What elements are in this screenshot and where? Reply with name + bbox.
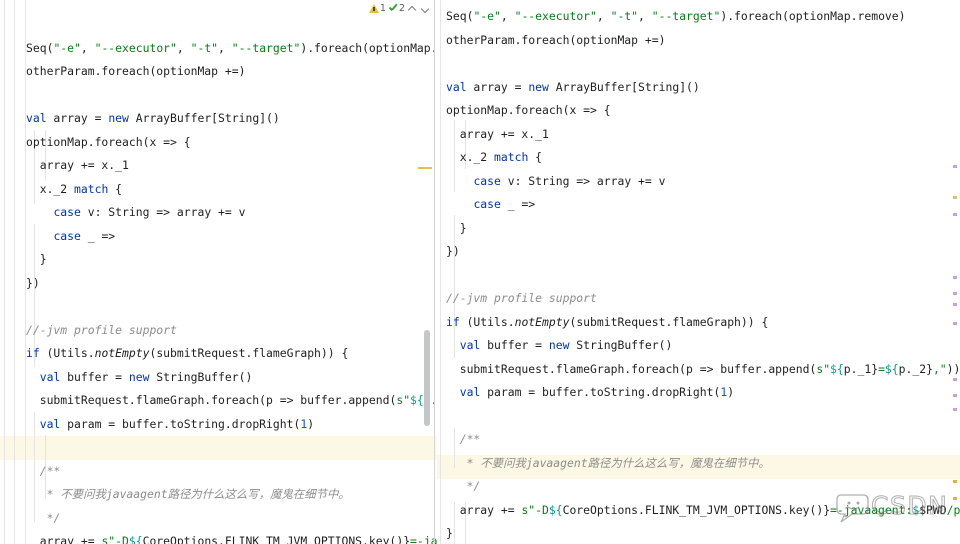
pane-divider[interactable]	[434, 0, 435, 544]
code-line[interactable]: optionMap.foreach(x => {	[26, 131, 437, 155]
inspection-status-widget[interactable]: 1 2	[368, 1, 431, 16]
ok-indicator[interactable]: 2	[388, 3, 405, 14]
code-line[interactable]: val array = new ArrayBuffer[String]()	[446, 76, 960, 100]
code-line[interactable]: otherParam.foreach(optionMap +=)	[26, 60, 437, 84]
code-line[interactable]: Seq("-e", "--executor", "-t", "--target"…	[26, 37, 437, 61]
code-line[interactable]: submitRequest.flameGraph.foreach(p => bu…	[446, 358, 960, 382]
code-line[interactable]: /**	[446, 428, 960, 452]
error-stripe-marker[interactable]	[953, 196, 957, 199]
code-line[interactable]	[26, 295, 437, 319]
code-line[interactable]: //-jvm profile support	[26, 319, 437, 343]
scrollbar-thumb[interactable]	[424, 330, 430, 426]
code-line[interactable]: val buffer = new StringBuffer()	[446, 334, 960, 358]
code-line[interactable]	[26, 13, 437, 37]
code-line[interactable]: array += s"-D${CoreOptions.FLINK_TM_JVM_…	[26, 530, 437, 544]
code-line[interactable]: if (Utils.notEmpty(submitRequest.flameGr…	[446, 311, 960, 335]
pane-border-line	[440, 0, 441, 544]
error-stripe-marker[interactable]	[953, 497, 957, 500]
code-line[interactable]	[26, 84, 437, 108]
left-code-pane[interactable]: 1 2 Seq("-e", "--executor", "-t", "--tar…	[0, 0, 437, 544]
error-stripe-marker[interactable]	[953, 378, 957, 381]
code-line[interactable]: val array = new ArrayBuffer[String]()	[26, 107, 437, 131]
code-line[interactable]: submitRequest.flameGraph.foreach(p => bu…	[26, 389, 437, 413]
error-stripe-marker[interactable]	[953, 408, 957, 411]
left-editor-text[interactable]: Seq("-e", "--executor", "-t", "--target"…	[0, 0, 437, 544]
code-line[interactable]: optionMap.foreach(x => {	[446, 99, 960, 123]
code-line[interactable]: }	[446, 522, 960, 544]
error-stripe-marker[interactable]	[953, 276, 957, 279]
code-line[interactable]: case v: String => array += v	[26, 201, 437, 225]
code-line[interactable]: array += x._1	[26, 154, 437, 178]
code-line[interactable]: if (Utils.notEmpty(submitRequest.flameGr…	[26, 342, 437, 366]
code-line[interactable]: otherParam.foreach(optionMap +=)	[446, 29, 960, 53]
code-line[interactable]: //-jvm profile support	[446, 287, 960, 311]
right-editor-text[interactable]: Seq("-e", "--executor", "-t", "--target"…	[437, 0, 960, 544]
chevron-down-icon[interactable]	[421, 4, 430, 13]
code-line[interactable]: })	[26, 272, 437, 296]
code-line[interactable]: case _ =>	[446, 193, 960, 217]
warning-indicator[interactable]: 1	[368, 3, 386, 14]
code-line[interactable]: }	[446, 217, 960, 241]
code-line[interactable]: }	[26, 248, 437, 272]
warning-triangle-icon	[368, 4, 379, 13]
code-line[interactable]: /**	[26, 460, 437, 484]
code-line[interactable]: case v: String => array += v	[446, 170, 960, 194]
code-line[interactable]: })	[446, 240, 960, 264]
error-stripe-marker[interactable]	[953, 480, 957, 483]
ok-count: 2	[398, 3, 405, 14]
change-marker	[418, 167, 432, 169]
code-line[interactable]	[446, 52, 960, 76]
editor-comparison-window: 1 2 Seq("-e", "--executor", "-t", "--tar…	[0, 0, 960, 544]
code-line[interactable]	[446, 405, 960, 429]
error-stripe-marker[interactable]	[953, 322, 957, 325]
error-stripe-marker[interactable]	[953, 303, 957, 306]
chevron-up-icon[interactable]	[408, 4, 417, 13]
code-line[interactable]: x._2 match {	[26, 178, 437, 202]
error-stripe-marker[interactable]	[953, 165, 957, 168]
code-line[interactable]: */	[26, 507, 437, 531]
code-line[interactable]: val buffer = new StringBuffer()	[26, 366, 437, 390]
code-line[interactable]: array += s"-D${CoreOptions.FLINK_TM_JVM_…	[446, 499, 960, 523]
code-line[interactable]: array += x._1	[446, 123, 960, 147]
right-code-pane[interactable]: Seq("-e", "--executor", "-t", "--target"…	[437, 0, 960, 544]
error-stripe-marker[interactable]	[953, 292, 957, 295]
code-line[interactable]: x._2 match {	[446, 146, 960, 170]
error-stripe-marker[interactable]	[953, 213, 957, 216]
code-line[interactable]: val param = buffer.toString.dropRight(1)	[446, 381, 960, 405]
green-check-icon	[388, 4, 398, 14]
code-line[interactable]: val param = buffer.toString.dropRight(1)	[26, 413, 437, 437]
code-line[interactable]: * 不要问我javaagent路径为什么这么写，魔鬼在细节中。	[446, 452, 960, 476]
pane-border-line	[14, 0, 15, 544]
pane-border-line	[4, 0, 5, 544]
code-line[interactable]	[446, 264, 960, 288]
code-line[interactable]: Seq("-e", "--executor", "-t", "--target"…	[446, 5, 960, 29]
error-stripe-marker[interactable]	[953, 394, 957, 397]
left-vertical-scrollbar[interactable]	[423, 0, 432, 544]
code-line[interactable]: * 不要问我javaagent路径为什么这么写，魔鬼在细节中。	[26, 483, 437, 507]
code-line[interactable]	[26, 436, 437, 460]
code-line[interactable]: */	[446, 475, 960, 499]
code-line[interactable]: case _ =>	[26, 225, 437, 249]
warning-count: 1	[379, 3, 386, 14]
